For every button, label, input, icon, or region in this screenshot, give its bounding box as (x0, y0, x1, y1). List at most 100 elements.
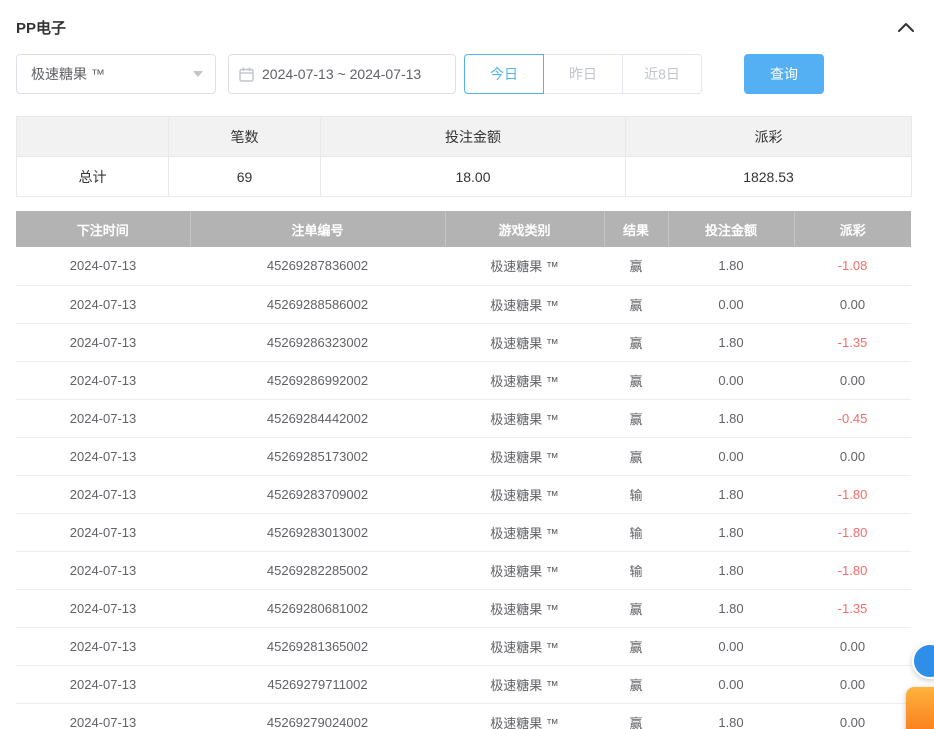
summary-header-payout: 派彩 (626, 117, 912, 157)
order-id-cell: 45269282285002 (190, 551, 445, 589)
bet-time-cell: 2024-07-13 (16, 285, 190, 323)
payout-cell: 0.00 (794, 703, 911, 729)
bet-amount-cell: 1.80 (668, 589, 794, 627)
column-header-game-type: 游戏类别 (445, 211, 604, 247)
result-cell: 赢 (604, 361, 668, 399)
game-type-cell: 极速糖果 ™ (445, 589, 604, 627)
date-range-value: 2024-07-13 ~ 2024-07-13 (262, 66, 421, 82)
result-cell: 赢 (604, 589, 668, 627)
summary-header-count: 笔数 (169, 117, 321, 157)
game-type-cell: 极速糖果 ™ (445, 475, 604, 513)
total-label: 总计 (17, 157, 169, 197)
game-type-cell: 极速糖果 ™ (445, 361, 604, 399)
column-header-payout: 派彩 (794, 211, 911, 247)
table-row: 2024-07-1345269280681002极速糖果 ™赢1.80-1.35 (16, 589, 911, 627)
bet-time-cell: 2024-07-13 (16, 437, 190, 475)
payout-cell: 0.00 (794, 361, 911, 399)
total-bet-amount: 18.00 (321, 157, 626, 197)
result-cell: 赢 (604, 627, 668, 665)
bet-amount-cell: 1.80 (668, 475, 794, 513)
column-header-order-id: 注单编号 (190, 211, 445, 247)
table-row: 2024-07-1345269283709002极速糖果 ™输1.80-1.80 (16, 475, 911, 513)
payout-cell: -1.08 (794, 247, 911, 285)
bet-time-cell: 2024-07-13 (16, 665, 190, 703)
bet-amount-cell: 1.80 (668, 551, 794, 589)
result-cell: 赢 (604, 437, 668, 475)
game-type-cell: 极速糖果 ™ (445, 399, 604, 437)
table-row: 2024-07-1345269279024002极速糖果 ™赢1.800.00 (16, 703, 911, 729)
game-select-value: 极速糖果 ™ (31, 64, 105, 84)
column-header-bet-time: 下注时间 (16, 211, 190, 247)
customer-service-icon[interactable] (906, 687, 934, 729)
game-type-cell: 极速糖果 ™ (445, 703, 604, 729)
bet-amount-cell: 1.80 (668, 399, 794, 437)
payout-cell: -1.35 (794, 589, 911, 627)
table-row: 2024-07-1345269286992002极速糖果 ™赢0.000.00 (16, 361, 911, 399)
result-cell: 赢 (604, 285, 668, 323)
order-id-cell: 45269280681002 (190, 589, 445, 627)
search-button[interactable]: 查询 (744, 54, 824, 94)
summary-header-empty (17, 117, 169, 157)
order-id-cell: 45269279024002 (190, 703, 445, 729)
total-count: 69 (169, 157, 321, 197)
last-8-days-button[interactable]: 近8日 (622, 54, 702, 94)
summary-header-bet-amount: 投注金额 (321, 117, 626, 157)
summary-total-row: 总计 69 18.00 1828.53 (17, 157, 912, 197)
column-header-result: 结果 (604, 211, 668, 247)
game-select[interactable]: 极速糖果 ™ (16, 54, 216, 94)
chevron-down-icon (193, 71, 203, 77)
result-cell: 赢 (604, 399, 668, 437)
records-table: 下注时间 注单编号 游戏类别 结果 投注金额 派彩 2024-07-134526… (16, 211, 911, 729)
game-type-cell: 极速糖果 ™ (445, 247, 604, 285)
bet-time-cell: 2024-07-13 (16, 551, 190, 589)
payout-cell: 0.00 (794, 627, 911, 665)
table-row: 2024-07-1345269282285002极速糖果 ™输1.80-1.80 (16, 551, 911, 589)
table-row: 2024-07-1345269284442002极速糖果 ™赢1.80-0.45 (16, 399, 911, 437)
records-tbody: 2024-07-1345269287836002极速糖果 ™赢1.80-1.08… (16, 247, 911, 729)
result-cell: 输 (604, 475, 668, 513)
bet-time-cell: 2024-07-13 (16, 247, 190, 285)
bet-time-cell: 2024-07-13 (16, 361, 190, 399)
bet-amount-cell: 0.00 (668, 665, 794, 703)
quick-date-button-group: 今日 昨日 近8日 (464, 54, 702, 94)
order-id-cell: 45269288586002 (190, 285, 445, 323)
bet-time-cell: 2024-07-13 (16, 399, 190, 437)
chevron-up-icon (898, 22, 914, 32)
date-range-input[interactable]: 2024-07-13 ~ 2024-07-13 (228, 54, 456, 94)
floating-widget (904, 649, 934, 729)
payout-cell: -0.45 (794, 399, 911, 437)
bet-amount-cell: 0.00 (668, 285, 794, 323)
bet-amount-cell: 1.80 (668, 247, 794, 285)
game-type-cell: 极速糖果 ™ (445, 513, 604, 551)
result-cell: 输 (604, 513, 668, 551)
payout-cell: 0.00 (794, 665, 911, 703)
bet-amount-cell: 0.00 (668, 437, 794, 475)
bet-time-cell: 2024-07-13 (16, 475, 190, 513)
order-id-cell: 45269283013002 (190, 513, 445, 551)
game-type-cell: 极速糖果 ™ (445, 665, 604, 703)
order-id-cell: 45269286323002 (190, 323, 445, 361)
table-row: 2024-07-1345269285173002极速糖果 ™赢0.000.00 (16, 437, 911, 475)
table-row: 2024-07-1345269287836002极速糖果 ™赢1.80-1.08 (16, 247, 911, 285)
today-button[interactable]: 今日 (464, 54, 544, 94)
game-type-cell: 极速糖果 ™ (445, 285, 604, 323)
payout-cell: 0.00 (794, 437, 911, 475)
bet-time-cell: 2024-07-13 (16, 513, 190, 551)
order-id-cell: 45269285173002 (190, 437, 445, 475)
collapse-panel-button[interactable] (894, 18, 918, 36)
bet-amount-cell: 0.00 (668, 627, 794, 665)
game-type-cell: 极速糖果 ™ (445, 323, 604, 361)
summary-header-row: 笔数 投注金额 派彩 (17, 117, 912, 157)
filter-bar: 极速糖果 ™ 2024-07-13 ~ 2024-07-13 今日 昨日 近8日… (16, 54, 918, 94)
result-cell: 赢 (604, 247, 668, 285)
game-type-cell: 极速糖果 ™ (445, 627, 604, 665)
column-header-bet-amount: 投注金额 (668, 211, 794, 247)
bet-amount-cell: 1.80 (668, 703, 794, 729)
bet-amount-cell: 1.80 (668, 323, 794, 361)
order-id-cell: 45269284442002 (190, 399, 445, 437)
table-row: 2024-07-1345269279711002极速糖果 ™赢0.000.00 (16, 665, 911, 703)
yesterday-button[interactable]: 昨日 (543, 54, 623, 94)
payout-cell: -1.80 (794, 551, 911, 589)
payout-cell: -1.35 (794, 323, 911, 361)
chat-bubble-icon[interactable] (912, 643, 934, 679)
